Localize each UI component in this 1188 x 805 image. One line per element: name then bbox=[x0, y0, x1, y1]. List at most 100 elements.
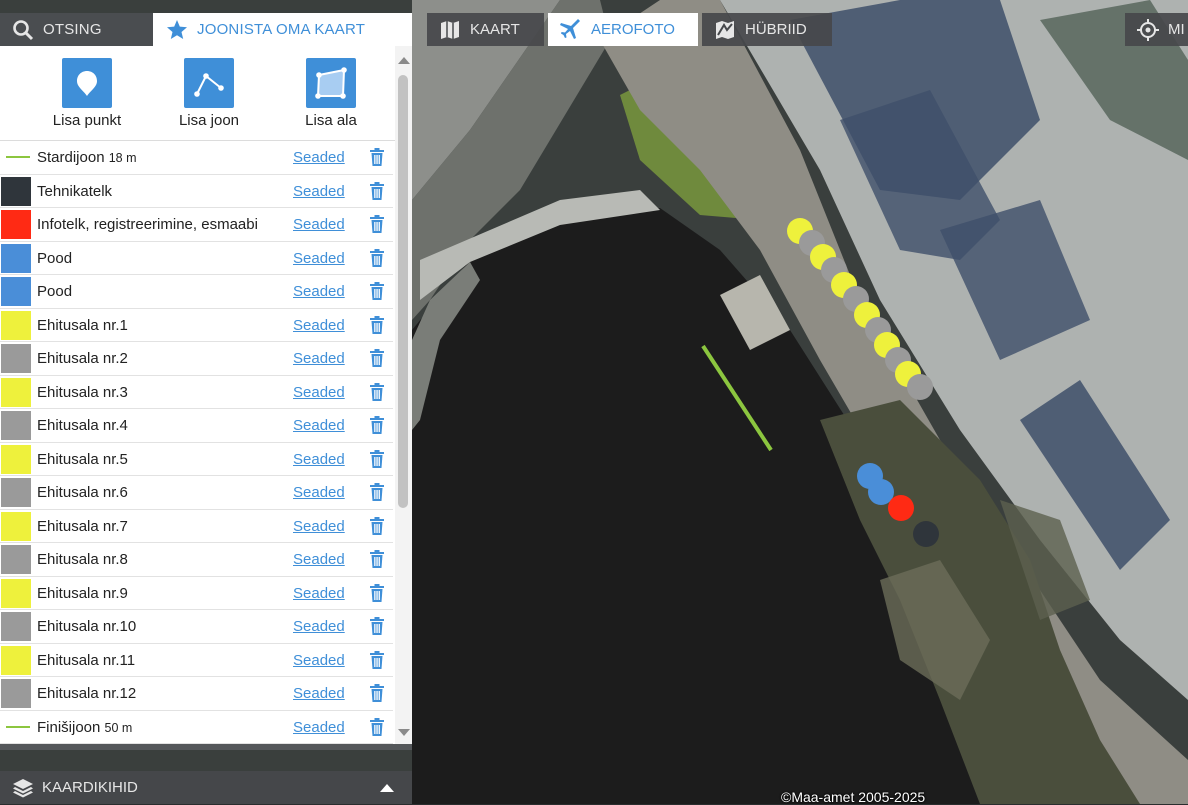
layer-row[interactable]: Ehitusala nr.5 Seaded bbox=[0, 443, 393, 476]
layer-row[interactable]: Finišijoon 50 m Seaded bbox=[0, 711, 393, 744]
trash-icon[interactable] bbox=[369, 617, 385, 635]
layer-settings-link[interactable]: Seaded bbox=[293, 384, 345, 401]
scroll-thumb[interactable] bbox=[398, 75, 408, 508]
layer-name-text: Tehnikatelk bbox=[37, 182, 113, 200]
trash-icon[interactable] bbox=[369, 248, 385, 267]
color-swatch bbox=[1, 176, 31, 206]
layer-row[interactable]: Ehitusala nr.10 Seaded bbox=[0, 610, 393, 644]
trash-icon[interactable] bbox=[369, 215, 385, 233]
layer-name-text: Pood bbox=[37, 283, 73, 300]
layer-name-text: Infotelk, registreerimine, esmaabi bbox=[37, 216, 258, 233]
layer-settings-link[interactable]: Seaded bbox=[293, 283, 345, 300]
layer-row[interactable]: Pood Seaded bbox=[0, 275, 393, 309]
layer-row[interactable]: Ehitusala nr.8 Seaded bbox=[0, 543, 393, 577]
layer-row[interactable]: Infotelk, registreerimine, esmaabi Seaded bbox=[0, 208, 393, 242]
trash-icon[interactable] bbox=[369, 583, 385, 602]
layer-settings-link[interactable]: Seaded bbox=[293, 350, 345, 367]
layer-name-text: Ehitusala nr.10 bbox=[37, 618, 137, 635]
trash-icon[interactable] bbox=[369, 315, 385, 334]
maptype-more[interactable]: MI bbox=[1125, 13, 1188, 46]
layer-row[interactable]: Stardijoon 18 m Seaded bbox=[0, 141, 393, 175]
trash-icon[interactable] bbox=[369, 181, 385, 200]
layer-settings-link[interactable]: Seaded bbox=[293, 417, 345, 434]
layer-list: Stardijoon 18 m Seaded Tehnikatelk Seaded In… bbox=[0, 141, 393, 744]
layer-settings-link[interactable]: Seaded bbox=[293, 149, 345, 166]
layer-settings-link[interactable]: Seaded bbox=[293, 585, 345, 602]
trash-icon[interactable] bbox=[369, 449, 385, 468]
layer-settings-link[interactable]: Seaded bbox=[293, 250, 345, 267]
trash-icon[interactable] bbox=[369, 416, 385, 434]
layer-settings-link[interactable]: Seaded bbox=[293, 652, 345, 669]
layer-settings-link[interactable]: Seaded bbox=[293, 719, 345, 736]
layer-name: Ehitusala nr.3 bbox=[37, 384, 128, 401]
map-marker-dark[interactable] bbox=[913, 521, 939, 547]
layer-name-text: Finišijoon bbox=[37, 718, 101, 736]
panel-tabs: OTSING JOONISTA OMA KAART bbox=[0, 13, 412, 46]
layer-row[interactable]: Tehnikatelk Seaded bbox=[0, 175, 393, 208]
map-layers-toggle[interactable]: KAARDIKIHID bbox=[0, 771, 412, 804]
layer-row[interactable]: Ehitusala nr.12 Seaded bbox=[0, 677, 393, 711]
scroll-up-icon[interactable] bbox=[398, 57, 410, 64]
search-icon bbox=[12, 19, 34, 41]
map-layers-label: KAARDIKIHID bbox=[42, 779, 138, 796]
layer-row[interactable]: Ehitusala nr.1 Seaded bbox=[0, 309, 393, 342]
color-swatch bbox=[1, 243, 31, 273]
maptype-map[interactable]: KAART bbox=[427, 13, 544, 46]
scroll-down-icon[interactable] bbox=[398, 729, 410, 736]
layer-row[interactable]: Ehitusala nr.3 Seaded bbox=[0, 376, 393, 409]
layers-icon bbox=[12, 778, 34, 798]
layer-name: Ehitusala nr.5 bbox=[37, 451, 128, 468]
add-area-button[interactable]: Lisa ala bbox=[286, 58, 376, 129]
layer-row[interactable]: Ehitusala nr.11 Seaded bbox=[0, 644, 393, 677]
add-line-button[interactable]: Lisa joon bbox=[164, 58, 254, 129]
trash-icon[interactable] bbox=[369, 516, 385, 535]
copyright: ©Maa-amet 2005-2025 bbox=[781, 789, 926, 805]
layer-name: Ehitusala nr.9 bbox=[37, 585, 128, 602]
color-swatch bbox=[1, 478, 31, 507]
layer-row[interactable]: Ehitusala nr.4 Seaded bbox=[0, 409, 393, 443]
maptype-aerial-label: AEROFOTO bbox=[591, 21, 675, 38]
layer-row[interactable]: Ehitusala nr.6 Seaded bbox=[0, 476, 393, 510]
trash-icon[interactable] bbox=[369, 650, 385, 669]
tab-search[interactable]: OTSING bbox=[0, 13, 153, 46]
tab-draw-map[interactable]: JOONISTA OMA KAART bbox=[153, 13, 412, 46]
layer-settings-link[interactable]: Seaded bbox=[293, 183, 345, 200]
layer-settings-link[interactable]: Seaded bbox=[293, 685, 345, 702]
layer-row[interactable]: Pood Seaded bbox=[0, 242, 393, 275]
layer-row[interactable]: Ehitusala nr.2 Seaded bbox=[0, 342, 393, 376]
trash-icon[interactable] bbox=[369, 349, 385, 367]
layer-row[interactable]: Ehitusala nr.9 Seaded bbox=[0, 577, 393, 610]
trash-icon[interactable] bbox=[369, 550, 385, 568]
maptype-hybrid-label: HÜBRIID bbox=[745, 21, 807, 38]
layer-name: Ehitusala nr.7 bbox=[37, 518, 128, 535]
tab-draw-map-label: JOONISTA OMA KAART bbox=[197, 21, 366, 38]
line-swatch-icon bbox=[6, 156, 30, 158]
trash-icon[interactable] bbox=[369, 282, 385, 300]
add-point-button[interactable]: Lisa punkt bbox=[42, 58, 132, 129]
color-swatch bbox=[1, 444, 31, 474]
maptype-map-label: KAART bbox=[470, 21, 520, 38]
map-marker-gray[interactable] bbox=[907, 374, 933, 400]
trash-icon[interactable] bbox=[369, 483, 385, 501]
layer-name-text: Ehitusala nr.2 bbox=[37, 350, 128, 367]
layer-settings-link[interactable]: Seaded bbox=[293, 216, 345, 233]
panel-divider bbox=[0, 744, 412, 750]
map-marker-red[interactable] bbox=[888, 495, 914, 521]
layer-settings-link[interactable]: Seaded bbox=[293, 618, 345, 635]
panel-scrollbar[interactable] bbox=[395, 46, 412, 744]
locate-icon bbox=[1137, 18, 1159, 41]
trash-icon[interactable] bbox=[369, 148, 385, 166]
layer-settings-link[interactable]: Seaded bbox=[293, 518, 345, 535]
layer-row[interactable]: Ehitusala nr.7 Seaded bbox=[0, 510, 393, 543]
layer-settings-link[interactable]: Seaded bbox=[293, 451, 345, 468]
layer-settings-link[interactable]: Seaded bbox=[293, 484, 345, 501]
trash-icon[interactable] bbox=[369, 684, 385, 702]
color-swatch bbox=[1, 310, 31, 340]
color-swatch bbox=[1, 210, 31, 239]
maptype-aerial[interactable]: AEROFOTO bbox=[548, 13, 698, 46]
maptype-hybrid[interactable]: HÜBRIID bbox=[702, 13, 832, 46]
layer-settings-link[interactable]: Seaded bbox=[293, 551, 345, 568]
trash-icon[interactable] bbox=[369, 717, 385, 736]
trash-icon[interactable] bbox=[369, 382, 385, 401]
layer-settings-link[interactable]: Seaded bbox=[293, 317, 345, 334]
